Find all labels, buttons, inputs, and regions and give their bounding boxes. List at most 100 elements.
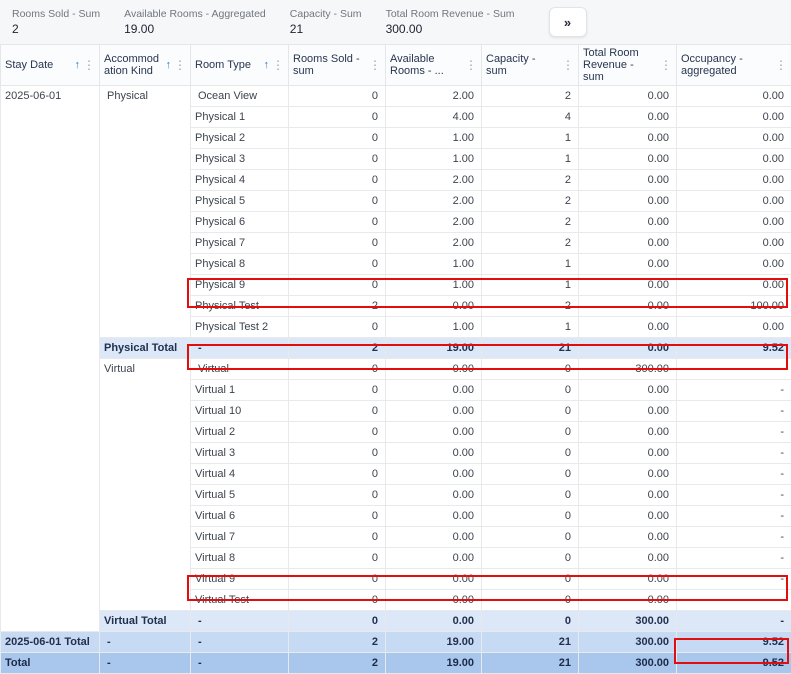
cell-total-room-revenue: 300.00	[579, 653, 677, 674]
cell-total-room-revenue: 0.00	[579, 212, 677, 233]
cell-total-room-revenue: 300.00	[579, 632, 677, 653]
column-menu-icon[interactable]: ⋮	[774, 59, 787, 71]
cell-available-rooms: 2.00	[386, 212, 482, 233]
cell-rooms-sold: 0	[289, 485, 386, 506]
cell-room-type: -	[191, 338, 289, 359]
column-menu-icon[interactable]: ⋮	[271, 59, 284, 71]
column-header-capacity[interactable]: Capacity - sum⋮	[482, 45, 579, 86]
cell-occupancy: 0.00	[677, 86, 791, 107]
cell-total-room-revenue: 0.00	[579, 464, 677, 485]
cell-rooms-sold: 0	[289, 254, 386, 275]
sort-ascending-icon[interactable]: ↑	[166, 60, 172, 71]
cell-available-rooms: 0.00	[386, 590, 482, 611]
cell-available-rooms: 19.00	[386, 338, 482, 359]
cell-room-type: Physical 3	[191, 149, 289, 170]
cell-capacity: 21	[482, 653, 579, 674]
cell-rooms-sold: 0	[289, 233, 386, 254]
cell-rooms-sold: 0	[289, 401, 386, 422]
cell-occupancy: 9.52	[677, 632, 791, 653]
cell-rooms-sold: 0	[289, 170, 386, 191]
cell-rooms-sold: 0	[289, 317, 386, 338]
column-header-stay-date[interactable]: Stay Date↑⋮	[1, 45, 100, 86]
total-row-grandtotal[interactable]: Total--219.0021300.009.52	[1, 653, 791, 674]
total-row-datetotal[interactable]: 2025-06-01 Total--219.0021300.009.52	[1, 632, 791, 653]
cell-capacity: 0	[482, 527, 579, 548]
cell-capacity: 1	[482, 149, 579, 170]
cell-total-room-revenue: 0.00	[579, 191, 677, 212]
sort-ascending-icon[interactable]: ↑	[75, 60, 81, 71]
cell-total-room-revenue: 0.00	[579, 86, 677, 107]
cell-available-rooms: 0.00	[386, 401, 482, 422]
cell-available-rooms: 0.00	[386, 485, 482, 506]
cell-rooms-sold: 0	[289, 548, 386, 569]
summary-card-capacity: Capacity - Sum 21	[290, 8, 362, 36]
column-menu-icon[interactable]: ⋮	[561, 59, 574, 71]
cell-room-type: Virtual 2	[191, 422, 289, 443]
column-menu-icon[interactable]: ⋮	[368, 59, 381, 71]
cell-occupancy: 0.00	[677, 275, 791, 296]
cell-capacity: 1	[482, 275, 579, 296]
cell-room-type: Ocean View	[191, 86, 289, 107]
cell-available-rooms: 1.00	[386, 254, 482, 275]
cell-available-rooms: 0.00	[386, 296, 482, 317]
column-menu-icon[interactable]: ⋮	[464, 59, 477, 71]
expand-button[interactable]: »	[549, 7, 587, 37]
table-row[interactable]: 2025-06-01PhysicalOcean View02.0020.000.…	[1, 86, 791, 107]
cell-accommodation-kind: Physical Total	[100, 338, 191, 359]
cell-capacity: 0	[482, 443, 579, 464]
column-menu-icon[interactable]: ⋮	[82, 59, 95, 71]
cell-total-room-revenue: 0.00	[579, 149, 677, 170]
column-header-rooms-sold[interactable]: Rooms Sold - sum⋮	[289, 45, 386, 86]
column-header-occupancy[interactable]: Occupancy - aggregated⋮	[677, 45, 791, 86]
header-row: Stay Date↑⋮Accommodation Kind↑⋮Room Type…	[1, 45, 791, 86]
column-menu-icon[interactable]: ⋮	[659, 59, 672, 71]
column-header-total-room-revenue[interactable]: Total Room Revenue - sum⋮	[579, 45, 677, 86]
total-row-subtotal[interactable]: Virtual Total-00.000300.00-	[1, 611, 791, 632]
pivot-table: Stay Date↑⋮Accommodation Kind↑⋮Room Type…	[0, 44, 791, 674]
cell-rooms-sold: 0	[289, 590, 386, 611]
summary-card-rooms-sold: Rooms Sold - Sum 2	[12, 8, 100, 36]
cell-total-room-revenue: 0.00	[579, 254, 677, 275]
cell-available-rooms: 19.00	[386, 632, 482, 653]
column-label: Stay Date	[5, 59, 73, 71]
cell-available-rooms: 0.00	[386, 527, 482, 548]
cell-room-type: Physical 9	[191, 275, 289, 296]
column-label: Available Rooms - ...	[390, 53, 462, 77]
cell-capacity: 2	[482, 296, 579, 317]
table-row[interactable]: VirtualVirtual00.000300.00-	[1, 359, 791, 380]
column-label: Total Room Revenue - sum	[583, 47, 657, 83]
column-header-room-type[interactable]: Room Type↑⋮	[191, 45, 289, 86]
summary-bar: Rooms Sold - Sum 2 Available Rooms - Agg…	[0, 0, 791, 44]
cell-total-room-revenue: 0.00	[579, 317, 677, 338]
cell-rooms-sold: 2	[289, 296, 386, 317]
cell-occupancy: -	[677, 506, 791, 527]
cell-capacity: 21	[482, 632, 579, 653]
column-menu-icon[interactable]: ⋮	[173, 59, 186, 71]
column-header-available-rooms[interactable]: Available Rooms - ...⋮	[386, 45, 482, 86]
cell-capacity: 0	[482, 590, 579, 611]
cell-rooms-sold: 0	[289, 149, 386, 170]
cell-accommodation-kind: Virtual Total	[100, 611, 191, 632]
summary-label: Rooms Sold - Sum	[12, 8, 100, 20]
cell-capacity: 21	[482, 338, 579, 359]
cell-total-room-revenue: 0.00	[579, 296, 677, 317]
cell-rooms-sold: 2	[289, 632, 386, 653]
cell-capacity: 0	[482, 569, 579, 590]
total-row-subtotal[interactable]: Physical Total-219.00210.009.52	[1, 338, 791, 359]
sort-ascending-icon[interactable]: ↑	[264, 60, 270, 71]
double-chevron-right-icon: »	[564, 15, 571, 30]
cell-room-type: Virtual 6	[191, 506, 289, 527]
cell-occupancy: -	[677, 548, 791, 569]
cell-occupancy: 9.52	[677, 338, 791, 359]
cell-available-rooms: 2.00	[386, 233, 482, 254]
cell-total-room-revenue: 0.00	[579, 170, 677, 191]
cell-occupancy: 0.00	[677, 128, 791, 149]
column-header-accommodation-kind[interactable]: Accommodation Kind↑⋮	[100, 45, 191, 86]
cell-room-type: -	[191, 653, 289, 674]
cell-capacity: 0	[482, 506, 579, 527]
cell-room-type: Physical 5	[191, 191, 289, 212]
cell-room-type: Physical 6	[191, 212, 289, 233]
cell-total-room-revenue: 0.00	[579, 338, 677, 359]
cell-rooms-sold: 0	[289, 443, 386, 464]
cell-rooms-sold: 0	[289, 191, 386, 212]
